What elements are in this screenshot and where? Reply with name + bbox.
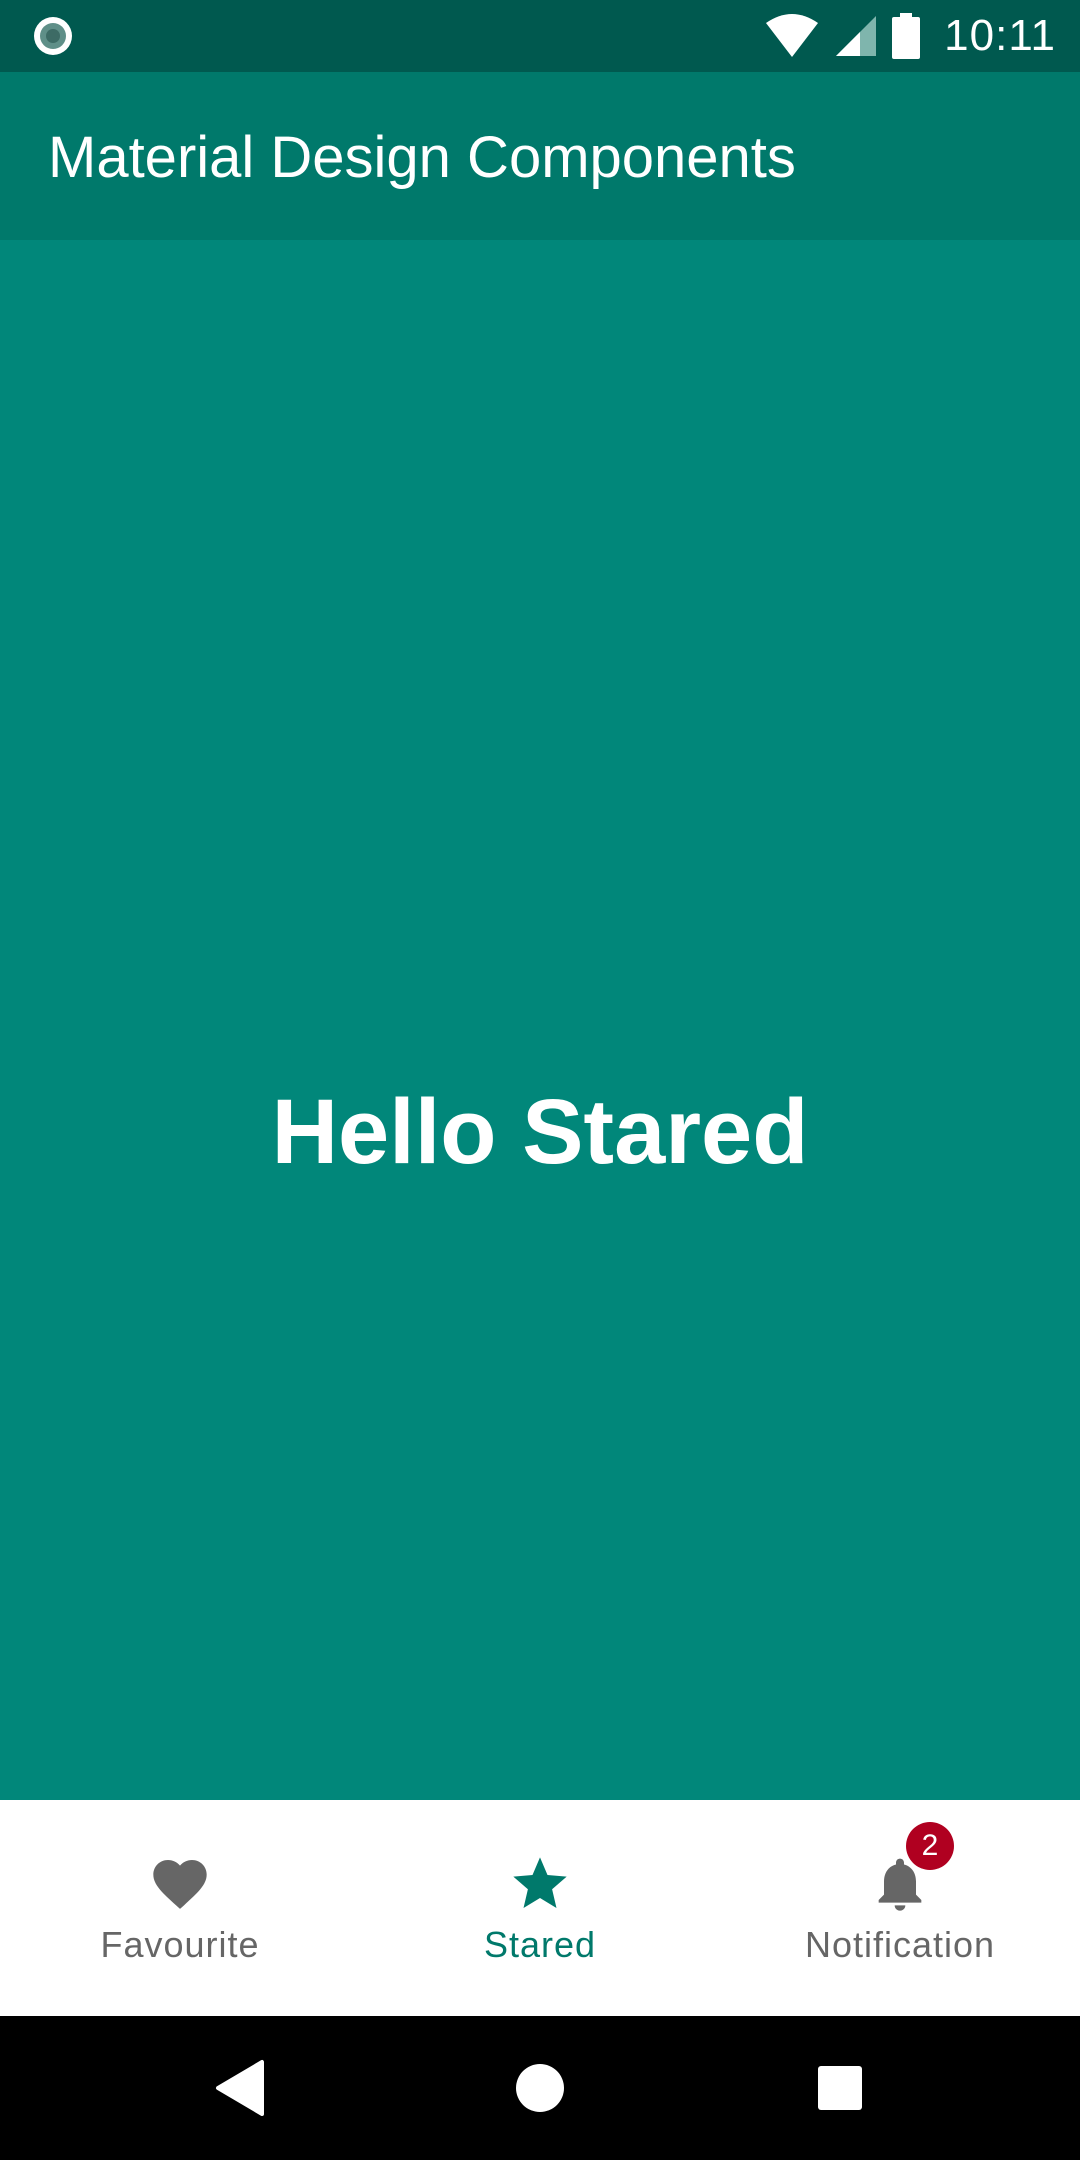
nav-label-favourite: Favourite [100,1924,260,1965]
nav-item-stared[interactable]: Stared [360,1800,720,2016]
nav-label-stared: Stared [483,1924,597,1965]
nav-label-notification: Notification [804,1924,996,1965]
battery-icon [892,13,921,59]
bottom-navigation: Favourite Stared 2 Notification [0,1800,1080,2016]
content-area: Hello Stared [0,240,1080,1800]
app-bar: Material Design Components [0,72,1080,240]
star-icon [513,1857,567,1908]
system-navigation-bar [0,2016,1080,2160]
notification-badge: 2 [906,1822,954,1870]
back-icon[interactable] [208,2056,272,2120]
content-message: Hello Stared [271,1081,809,1183]
status-icons: 10:11 [764,0,1056,72]
home-icon[interactable] [508,2056,572,2120]
signal-icon [836,16,877,56]
status-bar: 10:11 [0,0,1080,72]
nav-item-favourite[interactable]: Favourite [0,1800,360,2016]
recents-icon[interactable] [808,2056,872,2120]
status-time: 10:11 [944,11,1056,60]
nav-item-notification[interactable]: 2 Notification [720,1800,1080,2016]
record-icon [34,17,72,55]
wifi-icon [766,14,819,57]
bell-icon-wrap: 2 [868,1822,954,1916]
app-title: Material Design Components [48,125,796,190]
heart-icon [153,1860,207,1909]
